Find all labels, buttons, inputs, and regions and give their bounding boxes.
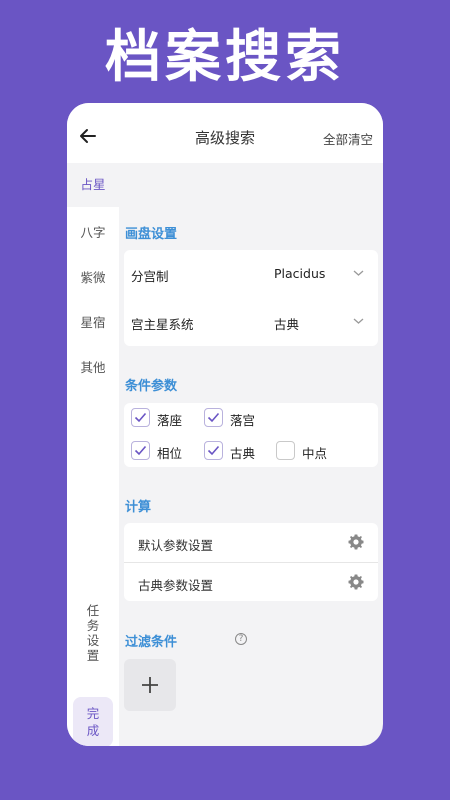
sidebar: 占星 八字 紫微 星宿 其他 任 务 设 置 完 成 bbox=[67, 163, 119, 746]
checkbox[interactable] bbox=[131, 441, 150, 460]
chart-settings-card: 分宫制 Placidus 宫主星系统 古典 bbox=[124, 250, 378, 346]
calc-label: 古典参数设置 bbox=[138, 578, 214, 593]
check-icon bbox=[134, 412, 147, 423]
check-icon bbox=[134, 445, 147, 456]
gear-icon[interactable] bbox=[348, 574, 364, 590]
promo-title: 档案搜索 bbox=[105, 25, 345, 90]
sidebar-item-xingxiu[interactable]: 星宿 bbox=[67, 301, 119, 345]
checkbox[interactable] bbox=[276, 441, 295, 460]
section-title-filters: 过滤条件 bbox=[125, 635, 178, 650]
checkbox[interactable] bbox=[131, 408, 150, 427]
setting-value: 古典 bbox=[274, 317, 300, 332]
house-system-select[interactable]: 分宫制 Placidus bbox=[124, 252, 378, 296]
task-settings-char: 设 bbox=[86, 633, 100, 648]
main-content: 画盘设置 分宫制 Placidus 宫主星系统 古典 条件参数 落座 落宫 相位… bbox=[119, 163, 383, 746]
phone-screen: 高级搜索 全部清空 占星 八字 紫微 星宿 其他 任 务 设 置 完 成 画盘设… bbox=[67, 103, 383, 746]
calculation-card: 默认参数设置 古典参数设置 bbox=[124, 523, 378, 601]
section-title-calculation: 计算 bbox=[125, 500, 152, 515]
done-char: 完 bbox=[86, 706, 100, 721]
setting-label: 宫主星系统 bbox=[131, 317, 194, 332]
chevron-down-icon bbox=[353, 318, 364, 324]
sidebar-item-ziwei[interactable]: 紫微 bbox=[67, 256, 119, 300]
checkbox-label: 古典 bbox=[230, 446, 256, 461]
section-title-chart-settings: 画盘设置 bbox=[125, 227, 178, 242]
check-icon bbox=[207, 412, 220, 423]
checkbox-label: 落宫 bbox=[230, 413, 256, 428]
checkbox[interactable] bbox=[204, 408, 223, 427]
chevron-down-icon bbox=[353, 270, 364, 276]
sidebar-item-bazi[interactable]: 八字 bbox=[67, 211, 119, 255]
checkbox[interactable] bbox=[204, 441, 223, 460]
task-settings-button[interactable]: 任 务 设 置 bbox=[67, 603, 119, 663]
task-settings-char: 置 bbox=[86, 648, 100, 663]
default-params-row[interactable]: 默认参数设置 bbox=[124, 523, 378, 563]
done-char: 成 bbox=[86, 723, 100, 738]
plus-icon bbox=[142, 677, 158, 693]
sidebar-item-other[interactable]: 其他 bbox=[67, 346, 119, 390]
ruler-system-select[interactable]: 宫主星系统 古典 bbox=[124, 300, 378, 344]
task-settings-char: 任 bbox=[86, 603, 100, 618]
conditions-card: 落座 落宫 相位 古典 中点 bbox=[124, 403, 378, 467]
header: 高级搜索 全部清空 bbox=[67, 103, 383, 163]
help-icon[interactable]: ? bbox=[235, 633, 247, 645]
checkbox-label: 相位 bbox=[157, 446, 183, 461]
gear-icon[interactable] bbox=[348, 534, 364, 550]
section-title-conditions: 条件参数 bbox=[125, 379, 178, 394]
calc-label: 默认参数设置 bbox=[138, 538, 214, 553]
task-settings-char: 务 bbox=[86, 618, 100, 633]
sidebar-item-astrology[interactable]: 占星 bbox=[67, 163, 119, 207]
checkbox-label: 中点 bbox=[302, 446, 328, 461]
setting-label: 分宫制 bbox=[131, 269, 169, 284]
setting-value: Placidus bbox=[274, 266, 326, 281]
check-icon bbox=[207, 445, 220, 456]
classical-params-row[interactable]: 古典参数设置 bbox=[124, 563, 378, 601]
checkbox-label: 落座 bbox=[157, 413, 183, 428]
clear-all-button[interactable]: 全部清空 bbox=[323, 129, 373, 148]
add-filter-button[interactable] bbox=[124, 659, 176, 711]
done-button[interactable]: 完 成 bbox=[73, 697, 113, 746]
